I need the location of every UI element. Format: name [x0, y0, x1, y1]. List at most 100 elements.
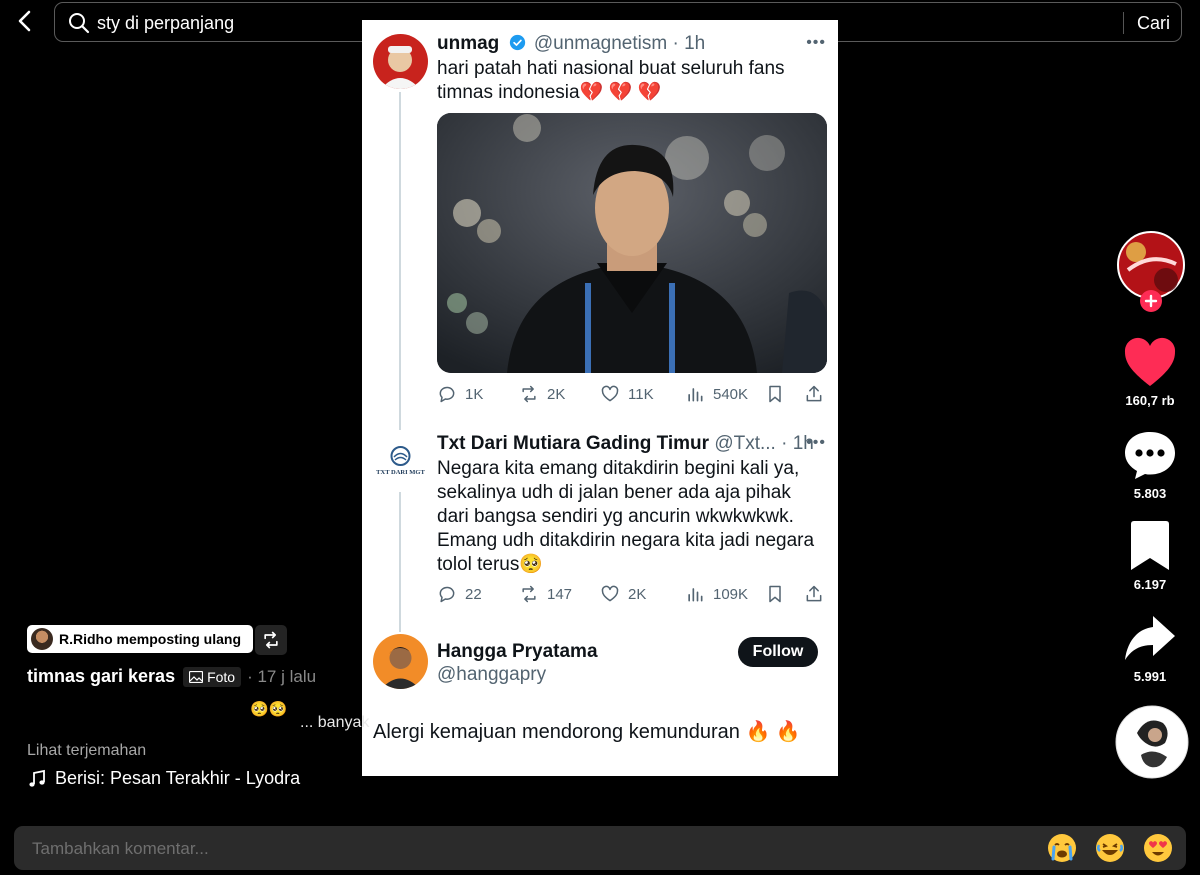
search-icon: [69, 13, 90, 34]
author-handle[interactable]: @unmagnetism: [534, 33, 667, 54]
author-handle[interactable]: @Txt...: [714, 433, 776, 454]
like-count: 2K: [628, 585, 647, 603]
back-arrow-icon[interactable]: [14, 10, 36, 32]
tweet-time: · 1h: [672, 33, 706, 54]
comment-count: 5.803: [1133, 486, 1167, 501]
view-count: 109K: [713, 585, 749, 603]
photo-tag-label: Foto: [207, 668, 236, 685]
search-divider: [1123, 12, 1124, 34]
comment-input-bar[interactable]: Tambahkan komentar...: [14, 826, 1186, 870]
repost-icon: [522, 385, 536, 403]
thread-line: [399, 492, 401, 632]
heart-outline-icon: [601, 385, 619, 402]
heart-filled-icon: [1124, 337, 1176, 386]
see-translation-link[interactable]: Lihat terjemahan: [27, 742, 146, 760]
post-photo[interactable]: unmag @unmagnetism · 1h ••• hari patah h…: [362, 20, 838, 776]
share-button[interactable]: 5.991: [1110, 612, 1190, 684]
bookmark-action[interactable]: [765, 582, 785, 606]
follow-plus-icon[interactable]: [1139, 289, 1163, 313]
like-count: 11K: [628, 385, 654, 403]
reply-count: 1K: [465, 385, 484, 403]
repost-action[interactable]: 147: [519, 582, 572, 606]
repost-icon: [522, 585, 536, 603]
more-options-icon[interactable]: •••: [806, 34, 826, 52]
tweet-text: hari patah hati nasional buat seluruh fa…: [437, 58, 785, 103]
crying-emoji-icon[interactable]: [1046, 832, 1078, 864]
like-button[interactable]: 160,7 rb: [1110, 336, 1190, 408]
bookmark-button[interactable]: 6.197: [1110, 520, 1190, 592]
share-icon: [806, 585, 822, 602]
avatar-logo-text: TXT DARI MGT: [376, 469, 425, 476]
repost-count: 147: [547, 585, 573, 603]
laughing-emoji-icon[interactable]: [1094, 832, 1126, 864]
avatar: [373, 34, 428, 89]
author-name[interactable]: Hangga Pryatama: [437, 641, 598, 663]
like-count: 160,7 rb: [1125, 393, 1175, 408]
avatar: TXT DARI MGT: [373, 434, 428, 489]
repost-icon: [264, 631, 278, 649]
caption-more[interactable]: ... banyak: [300, 714, 369, 732]
avatar: [373, 634, 428, 689]
like-action[interactable]: 11K: [600, 382, 654, 406]
tweet-header: Txt Dari Mutiara Gading Timur @Txt... · …: [437, 433, 814, 455]
repost-label: R.Ridho memposting ulang: [59, 631, 241, 647]
repost-toggle[interactable]: [255, 625, 287, 655]
like-action[interactable]: 2K: [600, 582, 646, 606]
tweet-actions: 22 147 2K 109K: [437, 582, 829, 606]
reply-icon: [439, 386, 455, 403]
search-input[interactable]: sty di perpanjang: [97, 13, 234, 34]
thread-line: [399, 92, 401, 430]
music-disc-icon: [1115, 705, 1188, 779]
repost-action[interactable]: 2K: [519, 382, 565, 406]
verified-badge-icon: [509, 34, 525, 51]
music-info[interactable]: Berisi: Pesan Terakhir - Lyodra: [27, 768, 300, 789]
views-chart-icon: [688, 388, 703, 402]
bookmark-count: 6.197: [1133, 577, 1167, 592]
bookmark-outline-icon: [769, 385, 781, 403]
tweet-text: Negara kita emang ditakdirin begini kali…: [437, 458, 815, 575]
creator-avatar[interactable]: [1110, 230, 1190, 313]
search-submit-button[interactable]: Cari: [1137, 13, 1170, 34]
repost-badge[interactable]: R.Ridho memposting ulang: [27, 625, 253, 653]
music-disc[interactable]: [1110, 705, 1190, 784]
tweet-photo[interactable]: [437, 113, 827, 373]
reply-action[interactable]: 22: [437, 582, 482, 606]
comment-bubble-icon: [1125, 432, 1175, 479]
post-time: · 17 j lalu: [247, 666, 317, 686]
image-icon: [189, 670, 204, 683]
reply-action[interactable]: 1K: [437, 382, 483, 406]
caption-title: timnas gari keras: [27, 666, 176, 686]
share-icon: [806, 385, 822, 402]
author-name[interactable]: Txt Dari Mutiara Gading Timur: [437, 433, 709, 454]
views-chart-icon: [688, 588, 703, 602]
share-count: 5.991: [1133, 669, 1167, 684]
more-options-icon[interactable]: •••: [806, 434, 826, 452]
bookmark-action[interactable]: [765, 382, 785, 406]
bookmark-outline-icon: [769, 585, 781, 603]
caption-header: timnas gari keras Foto · 17 j lalu: [27, 666, 316, 687]
tweet-actions: 1K 2K 11K 540K: [437, 382, 829, 406]
comment-input[interactable]: Tambahkan komentar...: [32, 839, 209, 859]
views-action[interactable]: 540K: [685, 382, 748, 406]
reply-icon: [439, 586, 455, 603]
bookmark-filled-icon: [1131, 521, 1169, 570]
avatar: [31, 628, 53, 650]
share-action[interactable]: [804, 582, 824, 606]
share-action[interactable]: [804, 382, 824, 406]
author-name[interactable]: unmag: [437, 33, 499, 54]
reply-count: 22: [465, 585, 482, 603]
author-handle[interactable]: @hanggapry: [437, 664, 546, 686]
repost-count: 2K: [547, 385, 566, 403]
share-arrow-icon: [1125, 616, 1175, 660]
views-action[interactable]: 109K: [685, 582, 748, 606]
view-count: 540K: [713, 385, 749, 403]
follow-button[interactable]: Follow: [738, 637, 818, 667]
music-note-icon: [29, 769, 45, 787]
heart-outline-icon: [601, 585, 619, 602]
heart-eyes-emoji-icon[interactable]: [1142, 832, 1174, 864]
tweet-header: unmag @unmagnetism · 1h: [437, 33, 705, 55]
comment-button[interactable]: 5.803: [1110, 429, 1190, 501]
caption-emojis: 🥺🥺: [250, 701, 288, 718]
photo-tag: Foto: [183, 666, 242, 687]
music-title: Berisi: Pesan Terakhir - Lyodra: [55, 768, 301, 788]
